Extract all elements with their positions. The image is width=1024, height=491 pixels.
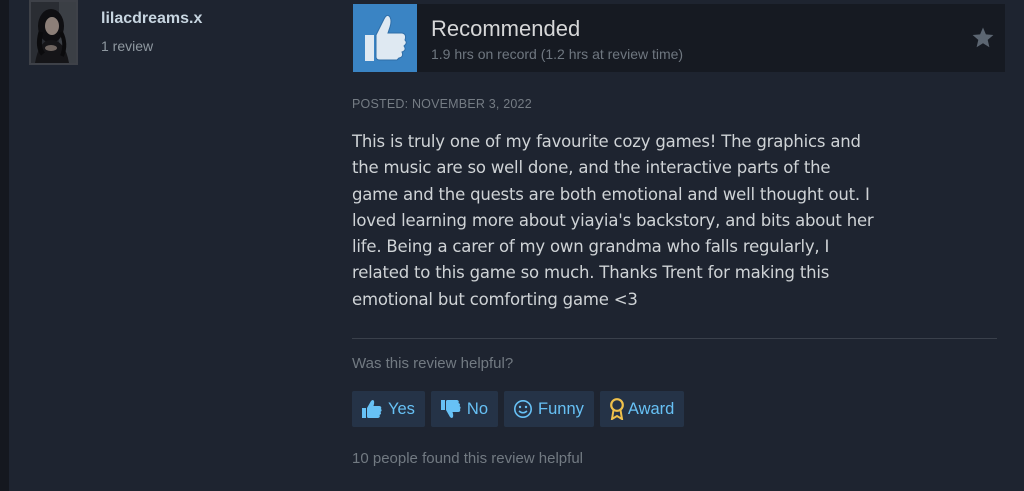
thumbs-down-icon <box>440 399 462 419</box>
review-text: This is truly one of my favourite cozy g… <box>352 132 874 309</box>
hours-on-record: 1.9 hrs on record (1.2 hrs at review tim… <box>431 46 684 62</box>
posted-date: POSTED: NOVEMBER 3, 2022 <box>352 97 532 111</box>
yes-label: Yes <box>388 399 415 418</box>
smiley-icon <box>513 399 533 419</box>
recommendation-title: Recommended <box>431 16 581 41</box>
author-review-count[interactable]: 1 review <box>101 38 153 54</box>
star-icon[interactable] <box>971 26 995 50</box>
no-label: No <box>466 399 489 418</box>
no-button[interactable]: No <box>430 391 499 427</box>
award-label: Award <box>627 399 675 418</box>
avatar[interactable] <box>29 0 78 65</box>
helpful-count: 10 people found this review helpful <box>352 450 583 467</box>
award-icon <box>609 398 625 420</box>
funny-button[interactable]: Funny <box>504 391 594 427</box>
yes-button[interactable]: Yes <box>352 391 425 427</box>
review-panel: lilacdreams.x 1 review Recommended 1.9 h… <box>9 0 1024 491</box>
thumbs-up-icon <box>353 4 417 72</box>
divider <box>352 338 997 339</box>
recommendation-header: Recommended 1.9 hrs on record (1.2 hrs a… <box>353 4 1005 72</box>
thumbs-up-icon <box>361 399 383 419</box>
left-edge-strip <box>0 0 9 491</box>
funny-label: Funny <box>538 399 584 418</box>
award-button[interactable]: Award <box>599 391 685 427</box>
vote-buttons: Yes No Funny Award <box>352 391 685 427</box>
author-name[interactable]: lilacdreams.x <box>101 10 202 28</box>
helpful-question: Was this review helpful? <box>352 355 514 372</box>
